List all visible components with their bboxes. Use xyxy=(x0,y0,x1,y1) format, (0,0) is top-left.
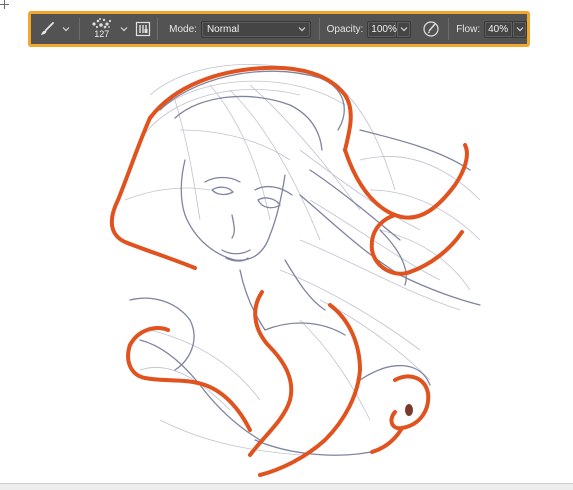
chevron-down-icon xyxy=(120,27,128,32)
crosshair-cursor-icon xyxy=(0,0,9,9)
brush-settings-toggle[interactable] xyxy=(135,20,152,38)
opacity-label: Opacity: xyxy=(326,23,364,35)
opacity-dropdown[interactable] xyxy=(397,20,411,38)
sketch-artwork xyxy=(109,64,481,477)
chevron-down-icon xyxy=(62,27,70,32)
flow-label: Flow: xyxy=(456,23,481,35)
brush-settings-panel-icon xyxy=(136,21,151,37)
brush-options-bar: 127 Mode: Normal Opacity: 100% Flow: 40% xyxy=(31,14,527,44)
brush-size-value: 127 xyxy=(94,29,110,39)
flow-input[interactable]: 40% xyxy=(484,20,514,38)
chevron-down-icon xyxy=(400,27,408,32)
pressure-opacity-toggle[interactable] xyxy=(421,19,440,39)
toolbar-divider xyxy=(78,18,80,40)
pressure-opacity-icon xyxy=(422,21,439,37)
drawing-canvas[interactable] xyxy=(0,0,573,490)
brush-icon xyxy=(41,22,55,35)
toolbar-divider xyxy=(157,18,159,40)
brush-preset-picker[interactable]: 127 xyxy=(85,15,129,43)
chevron-down-icon xyxy=(516,27,524,32)
flow-dropdown[interactable] xyxy=(513,20,527,38)
blend-mode-select[interactable]: Normal xyxy=(200,20,311,38)
chevron-down-icon xyxy=(298,27,306,32)
toolbar-divider xyxy=(448,18,450,40)
mode-label: Mode: xyxy=(169,23,197,35)
canvas-bottom-edge xyxy=(0,483,573,490)
brush-tool-picker[interactable] xyxy=(37,16,74,42)
toolbar-divider xyxy=(318,18,320,40)
blend-mode-value: Normal xyxy=(206,23,240,35)
opacity-input[interactable]: 100% xyxy=(367,20,398,38)
